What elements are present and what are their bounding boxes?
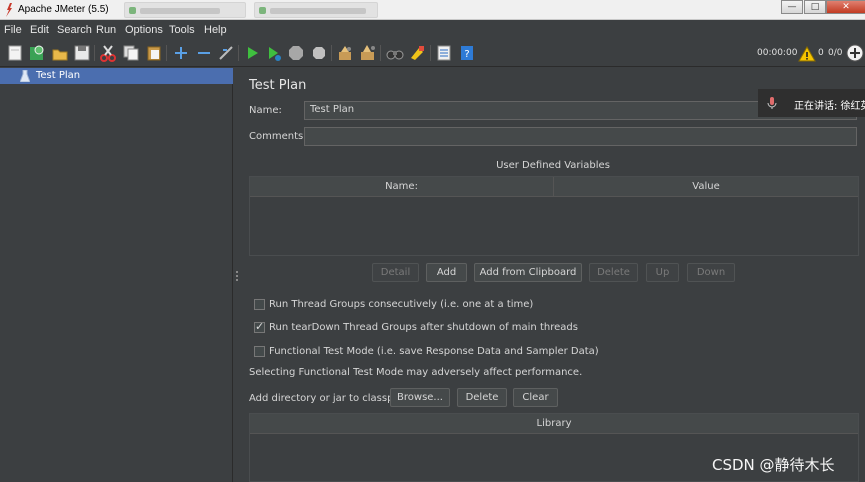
comments-label: Comments: — [249, 131, 307, 142]
menu-search[interactable]: Search — [57, 24, 92, 36]
menu-edit[interactable]: Edit — [30, 24, 49, 36]
watermark: CSDN @静待木长 — [712, 456, 835, 474]
down-button[interactable]: Down — [687, 263, 735, 282]
speaking-text: 正在讲话: 徐红英 — [794, 101, 865, 112]
column-header-library[interactable]: Library — [250, 414, 858, 434]
checkmark-icon: ✓ — [255, 320, 265, 333]
close-button[interactable]: ✕ — [826, 0, 865, 14]
maximize-button[interactable]: □ — [804, 0, 826, 14]
shutdown-icon[interactable] — [310, 44, 328, 62]
start-icon[interactable] — [243, 44, 261, 62]
window-title: Apache JMeter (5.5) — [18, 4, 109, 15]
templates-icon[interactable] — [28, 44, 46, 62]
column-header-name[interactable]: Name: — [250, 177, 554, 197]
paste-icon[interactable] — [145, 44, 163, 62]
test-plan-icon — [19, 69, 31, 83]
delete-variable-button[interactable]: Delete — [589, 263, 638, 282]
title-bar: Apache JMeter (5.5) — □ ✕ — [0, 0, 865, 20]
variables-table-header: Name: Value — [250, 177, 858, 197]
remote-status-icon[interactable] — [846, 44, 864, 62]
menu-run[interactable]: Run — [96, 24, 116, 36]
functional-test-mode-label: Functional Test Mode (i.e. save Response… — [269, 346, 599, 357]
expand-icon[interactable] — [172, 44, 190, 62]
tree-item-label: Test Plan — [36, 70, 81, 81]
column-header-value[interactable]: Value — [554, 177, 858, 197]
stop-icon[interactable] — [287, 44, 305, 62]
microphone-icon — [766, 96, 778, 110]
jmeter-logo-icon — [4, 3, 14, 17]
new-icon[interactable] — [6, 44, 24, 62]
cut-icon[interactable] — [99, 44, 117, 62]
classpath-label: Add directory or jar to classpath — [249, 393, 410, 404]
functional-mode-note: Selecting Functional Test Mode may adver… — [249, 367, 583, 378]
reset-search-icon[interactable] — [408, 44, 426, 62]
speaking-indicator: 正在讲话: 徐红英 — [758, 89, 865, 117]
teardown-checkbox[interactable]: ✓ — [254, 320, 265, 333]
tree-item-test-plan[interactable]: Test Plan — [0, 68, 233, 84]
toggle-icon[interactable] — [217, 44, 235, 62]
test-plan-tree: Test Plan — [0, 68, 233, 482]
warning-icon[interactable] — [798, 45, 816, 63]
up-button[interactable]: Up — [646, 263, 679, 282]
clear-all-icon[interactable] — [359, 44, 377, 62]
open-icon[interactable] — [51, 44, 69, 62]
error-count: 0 — [818, 48, 824, 58]
menu-file[interactable]: File — [4, 24, 22, 36]
save-icon[interactable] — [73, 44, 91, 62]
copy-icon[interactable] — [122, 44, 140, 62]
delete-classpath-button[interactable]: Delete — [457, 388, 507, 407]
toolbar: ? 00:00:00 0 0/0 — [0, 40, 865, 67]
library-table-header: Library — [250, 414, 858, 434]
run-consecutively-checkbox[interactable] — [254, 299, 265, 310]
comments-field[interactable] — [304, 127, 857, 146]
panel-splitter[interactable] — [233, 68, 241, 482]
detail-button[interactable]: Detail — [372, 263, 419, 282]
collapse-icon[interactable] — [195, 44, 213, 62]
help-icon[interactable]: ? — [458, 44, 476, 62]
teardown-label: Run tearDown Thread Groups after shutdow… — [269, 322, 578, 333]
add-from-clipboard-button[interactable]: Add from Clipboard — [474, 263, 582, 282]
add-button[interactable]: Add — [426, 263, 467, 282]
clear-icon[interactable] — [336, 44, 354, 62]
test-plan-panel: Test Plan Name: Test Plan Comments: User… — [241, 68, 865, 482]
active-threads: 0/0 — [828, 48, 843, 58]
start-no-pauses-icon[interactable] — [265, 44, 283, 62]
name-label: Name: — [249, 105, 282, 116]
background-tab[interactable] — [254, 2, 378, 18]
elapsed-timer: 00:00:00 — [757, 48, 798, 58]
browse-button[interactable]: Browse... — [390, 388, 450, 407]
menu-help[interactable]: Help — [204, 24, 227, 36]
clear-button[interactable]: Clear — [513, 388, 558, 407]
function-helper-icon[interactable] — [435, 44, 453, 62]
background-tab[interactable] — [124, 2, 246, 18]
run-consecutively-label: Run Thread Groups consecutively (i.e. on… — [269, 299, 534, 310]
menu-options[interactable]: Options — [125, 24, 163, 36]
splitter-grip-icon[interactable] — [236, 271, 238, 281]
minimize-button[interactable]: — — [781, 0, 803, 14]
user-defined-variables-title: User Defined Variables — [496, 160, 610, 171]
search-icon[interactable] — [386, 44, 404, 62]
functional-test-mode-checkbox[interactable] — [254, 346, 265, 357]
svg-text:?: ? — [464, 49, 469, 60]
page-title: Test Plan — [249, 78, 307, 93]
variables-table[interactable]: Name: Value — [249, 176, 859, 256]
menu-tools[interactable]: Tools — [169, 24, 195, 36]
menu-bar: File Edit Search Run Options Tools Help — [0, 21, 865, 39]
